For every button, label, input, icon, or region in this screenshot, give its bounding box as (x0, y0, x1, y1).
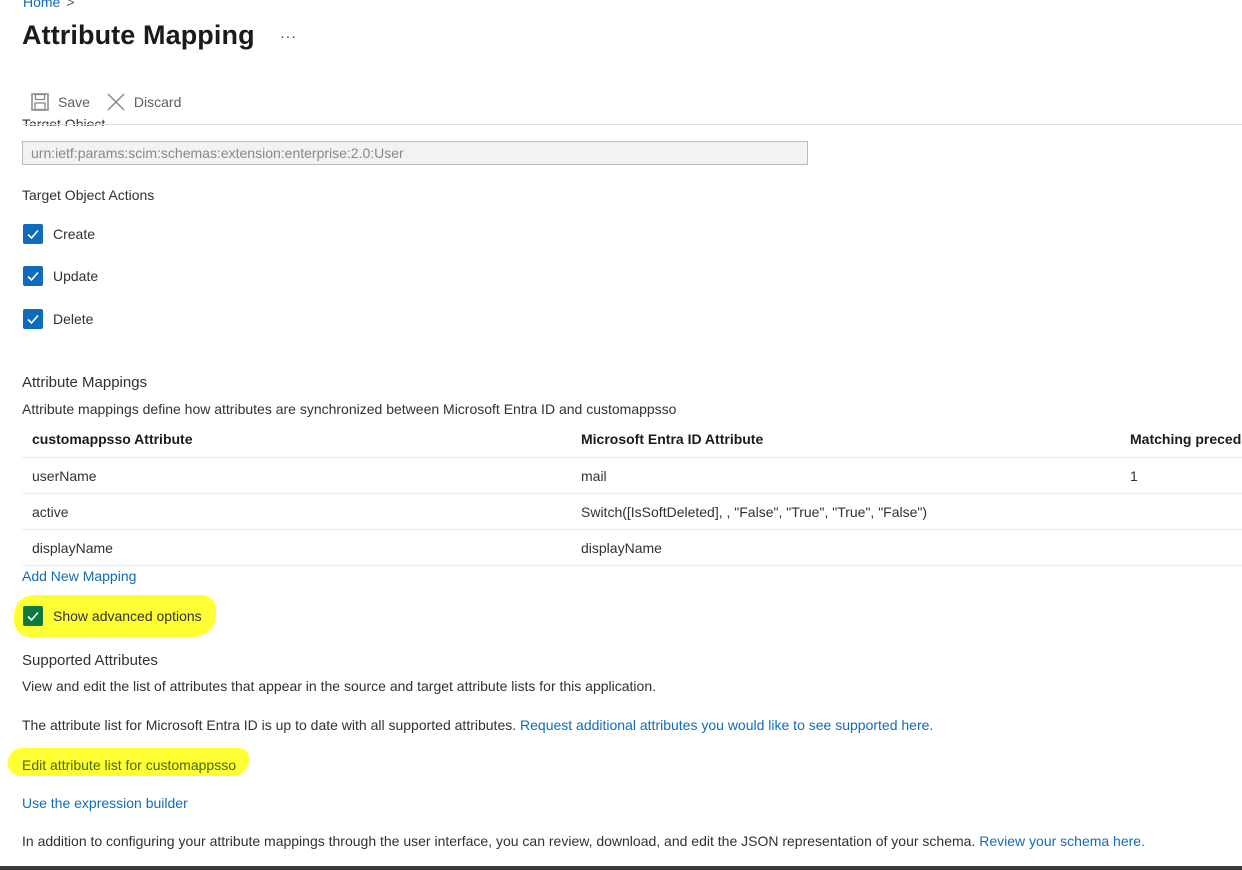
mappings-description: Attribute mappings define how attributes… (22, 401, 677, 417)
column-header-matching-precedence[interactable]: Matching preced (1120, 421, 1242, 458)
cell-matching-precedence (1120, 493, 1242, 530)
create-checkbox-row[interactable]: Create (23, 224, 95, 244)
bottom-edge-bar (0, 866, 1242, 870)
supported-attributes-description: View and edit the list of attributes tha… (22, 678, 656, 694)
delete-checkbox-row[interactable]: Delete (23, 309, 93, 329)
update-checkbox-row[interactable]: Update (23, 266, 98, 286)
target-object-field[interactable]: urn:ietf:params:scim:schemas:extension:e… (22, 141, 808, 165)
schema-json-info: In addition to configuring your attribut… (22, 833, 1145, 849)
supported-attributes-title: Supported Attributes (22, 652, 158, 669)
toolbar: Save Discard (30, 92, 181, 112)
close-icon (106, 92, 126, 112)
add-new-mapping-link[interactable]: Add New Mapping (22, 568, 136, 584)
create-label: Create (53, 226, 96, 242)
mappings-title: Attribute Mappings (22, 374, 148, 391)
checkmark-icon (27, 611, 39, 622)
discard-label: Discard (133, 94, 182, 110)
column-header-target-attribute[interactable]: customappsso Attribute (22, 421, 571, 458)
breadcrumb: Home > (23, 0, 75, 10)
delete-checkbox[interactable] (23, 309, 43, 329)
column-header-source-attribute[interactable]: Microsoft Entra ID Attribute (571, 421, 1120, 458)
page-title: Attribute Mapping (22, 20, 255, 50)
checkmark-icon (27, 271, 39, 282)
request-attributes-link[interactable]: Request additional attributes you would … (520, 717, 933, 733)
cell-target-attribute: displayName (22, 529, 571, 566)
advanced-options-label: Show advanced options (53, 608, 202, 624)
target-actions-label: Target Object Actions (22, 187, 155, 203)
mappings-table: customappsso Attribute Microsoft Entra I… (22, 421, 1242, 566)
advanced-options-checkbox[interactable] (23, 606, 43, 626)
attribute-list-status: The attribute list for Microsoft Entra I… (22, 717, 933, 733)
cell-target-attribute: userName (22, 457, 571, 494)
save-icon (30, 92, 50, 112)
edit-attribute-list-link[interactable]: Edit attribute list for customappsso (22, 757, 236, 773)
cell-source-attribute: displayName (571, 529, 1120, 566)
cell-matching-precedence: 1 (1120, 457, 1242, 494)
checkmark-icon (27, 229, 39, 240)
breadcrumb-separator: > (66, 0, 75, 10)
cell-source-attribute: Switch([IsSoftDeleted], , "False", "True… (571, 493, 1120, 530)
expression-builder-link[interactable]: Use the expression builder (22, 795, 188, 811)
table-header-row: customappsso Attribute Microsoft Entra I… (22, 421, 1242, 458)
checkmark-icon (27, 314, 39, 325)
review-schema-link[interactable]: Review your schema here. (979, 833, 1145, 849)
update-label: Update (53, 268, 99, 284)
cell-target-attribute: active (22, 493, 571, 530)
more-options-button[interactable]: ··· (280, 28, 297, 44)
schema-json-text: In addition to configuring your attribut… (22, 833, 976, 849)
breadcrumb-home-link[interactable]: Home (23, 0, 60, 10)
advanced-options-checkbox-row[interactable]: Show advanced options (23, 606, 202, 626)
delete-label: Delete (53, 311, 94, 327)
discard-button[interactable]: Discard (106, 92, 181, 112)
table-row[interactable]: displayName displayName (22, 529, 1242, 566)
save-button[interactable]: Save (30, 92, 90, 112)
table-row[interactable]: userName mail 1 (22, 457, 1242, 494)
toolbar-divider (22, 124, 1242, 125)
cell-source-attribute: mail (571, 457, 1120, 494)
uptodate-text: The attribute list for Microsoft Entra I… (22, 717, 517, 733)
update-checkbox[interactable] (23, 266, 43, 286)
create-checkbox[interactable] (23, 224, 43, 244)
cell-matching-precedence (1120, 529, 1242, 566)
table-row[interactable]: active Switch([IsSoftDeleted], , "False"… (22, 493, 1242, 530)
save-label: Save (58, 94, 90, 110)
